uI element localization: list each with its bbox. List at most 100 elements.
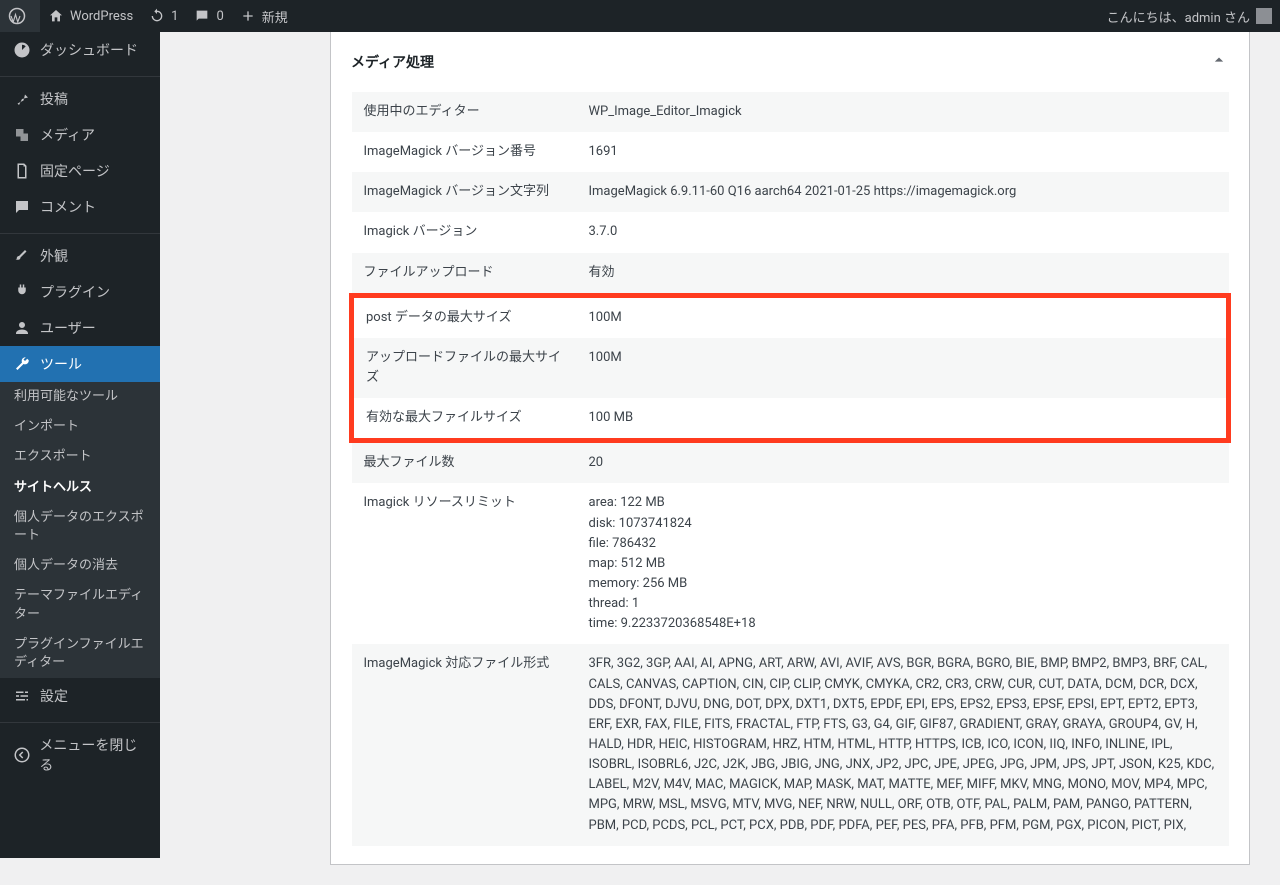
sidebar-item-plugins[interactable]: プラグイン — [0, 274, 160, 310]
resource-line: time: 9.2233720368548E+18 — [589, 614, 1217, 634]
table-row: Imagick バージョン3.7.0 — [352, 212, 1229, 252]
media-handling-panel: メディア処理 使用中のエディターWP_Image_Editor_ImagickI… — [330, 32, 1250, 865]
sidebar-users-label: ユーザー — [40, 318, 96, 338]
sidebar-appearance-label: 外観 — [40, 246, 68, 266]
wp-logo[interactable] — [0, 0, 40, 32]
avatar — [1256, 8, 1272, 24]
row-value: 3.7.0 — [577, 212, 1229, 252]
sidebar-separator — [0, 718, 160, 723]
sidebar-item-dashboard[interactable]: ダッシュボード — [0, 32, 160, 68]
sidebar-item-appearance[interactable]: 外観 — [0, 238, 160, 274]
submenu-export[interactable]: エクスポート — [0, 442, 160, 472]
comments-link[interactable]: 0 — [186, 0, 231, 32]
site-name-label: WordPress — [70, 9, 133, 24]
account-greeting[interactable]: こんにちは、admin さん — [1099, 0, 1280, 32]
row-label: ImageMagick バージョン文字列 — [352, 172, 577, 212]
submenu-import[interactable]: インポート — [0, 412, 160, 442]
plug-icon — [12, 283, 32, 301]
row-label: ファイルアップロード — [352, 253, 577, 296]
row-value: 有効 — [577, 253, 1229, 296]
sliders-icon — [12, 687, 32, 705]
row-value: ImageMagick 6.9.11-60 Q16 aarch64 2021-0… — [577, 172, 1229, 212]
wrench-icon — [12, 355, 32, 373]
resource-line: file: 786432 — [589, 534, 1217, 554]
sidebar-collapse[interactable]: メニューを閉じる — [0, 727, 160, 783]
site-name[interactable]: WordPress — [40, 0, 141, 32]
table-row: 最大ファイル数20 — [352, 441, 1229, 484]
sidebar-item-users[interactable]: ユーザー — [0, 310, 160, 346]
sidebar-item-pages[interactable]: 固定ページ — [0, 153, 160, 189]
user-icon — [12, 319, 32, 337]
new-content-label: 新規 — [262, 7, 288, 26]
media-icon — [12, 126, 32, 144]
resource-line: thread: 1 — [589, 594, 1217, 614]
resource-line: map: 512 MB — [589, 554, 1217, 574]
resource-line: area: 122 MB — [589, 493, 1217, 513]
submenu-site-health[interactable]: サイトヘルス — [0, 473, 160, 503]
row-label: 使用中のエディター — [352, 92, 577, 132]
brush-icon — [12, 247, 32, 265]
sidebar-plugins-label: プラグイン — [40, 282, 110, 302]
row-value: WP_Image_Editor_Imagick — [577, 92, 1229, 132]
panel-header[interactable]: メディア処理 — [331, 32, 1249, 92]
collapse-icon — [12, 746, 31, 764]
sidebar-dashboard-label: ダッシュボード — [40, 40, 138, 60]
submenu-erase-personal-data[interactable]: 個人データの消去 — [0, 551, 160, 581]
submenu-available-tools[interactable]: 利用可能なツール — [0, 382, 160, 412]
row-value: 100 MB — [577, 398, 1229, 441]
updates-count: 1 — [171, 9, 178, 24]
sidebar-settings-label: 設定 — [40, 686, 68, 706]
row-label: Imagick リソースリミット — [352, 483, 577, 644]
resource-line: disk: 1073741824 — [589, 514, 1217, 534]
panel-title: メディア処理 — [351, 52, 434, 72]
submenu-export-personal-data[interactable]: 個人データのエクスポート — [0, 503, 160, 551]
media-info-table: 使用中のエディターWP_Image_Editor_ImagickImageMag… — [349, 92, 1231, 846]
sidebar-item-settings[interactable]: 設定 — [0, 678, 160, 714]
sidebar-pages-label: 固定ページ — [40, 161, 110, 181]
updates[interactable]: 1 — [141, 0, 186, 32]
table-row: アップロードファイルの最大サイズ100M — [352, 338, 1229, 398]
sidebar-item-comments[interactable]: コメント — [0, 189, 160, 225]
table-row: 使用中のエディターWP_Image_Editor_Imagick — [352, 92, 1229, 132]
row-label: 最大ファイル数 — [352, 441, 577, 484]
table-row: ファイルアップロード有効 — [352, 253, 1229, 296]
sidebar-separator — [0, 229, 160, 234]
row-value: 100M — [577, 295, 1229, 338]
sidebar-tools-label: ツール — [40, 354, 82, 374]
comments-count: 0 — [216, 9, 223, 24]
row-label: ImageMagick バージョン番号 — [352, 132, 577, 172]
row-label: ImageMagick 対応ファイル形式 — [352, 644, 577, 845]
sidebar-separator — [0, 72, 160, 77]
row-value: 3FR, 3G2, 3GP, AAI, AI, APNG, ART, ARW, … — [577, 644, 1229, 845]
greeting-text: こんにちは、admin さん — [1107, 7, 1250, 26]
sidebar-collapse-label: メニューを閉じる — [39, 735, 148, 775]
table-row: ImageMagick バージョン番号1691 — [352, 132, 1229, 172]
row-value: 1691 — [577, 132, 1229, 172]
sidebar-item-posts[interactable]: 投稿 — [0, 81, 160, 117]
table-row: 有効な最大ファイルサイズ100 MB — [352, 398, 1229, 441]
tools-submenu: 利用可能なツール インポート エクスポート サイトヘルス 個人データのエクスポー… — [0, 382, 160, 678]
table-row: Imagick リソースリミットarea: 122 MBdisk: 107374… — [352, 483, 1229, 644]
sidebar-comments-label: コメント — [40, 197, 96, 217]
row-value: 20 — [577, 441, 1229, 484]
new-content[interactable]: 新規 — [232, 0, 296, 32]
sidebar-posts-label: 投稿 — [40, 89, 68, 109]
comment-icon — [12, 198, 32, 216]
sidebar-item-tools[interactable]: ツール — [0, 346, 160, 382]
chevron-up-icon — [1209, 50, 1229, 74]
row-label: post データの最大サイズ — [352, 295, 577, 338]
row-value: 100M — [577, 338, 1229, 398]
table-row: ImageMagick バージョン文字列ImageMagick 6.9.11-6… — [352, 172, 1229, 212]
table-row: ImageMagick 対応ファイル形式3FR, 3G2, 3GP, AAI, … — [352, 644, 1229, 845]
dashboard-icon — [12, 41, 32, 59]
page-icon — [12, 162, 32, 180]
resource-line: memory: 256 MB — [589, 574, 1217, 594]
sidebar-media-label: メディア — [40, 125, 95, 145]
row-label: アップロードファイルの最大サイズ — [352, 338, 577, 398]
submenu-plugin-editor[interactable]: プラグインファイルエディター — [0, 630, 160, 678]
row-value: area: 122 MBdisk: 1073741824file: 786432… — [577, 483, 1229, 644]
sidebar-item-media[interactable]: メディア — [0, 117, 160, 153]
table-row: post データの最大サイズ100M — [352, 295, 1229, 338]
submenu-theme-editor[interactable]: テーマファイルエディター — [0, 581, 160, 629]
row-label: Imagick バージョン — [352, 212, 577, 252]
